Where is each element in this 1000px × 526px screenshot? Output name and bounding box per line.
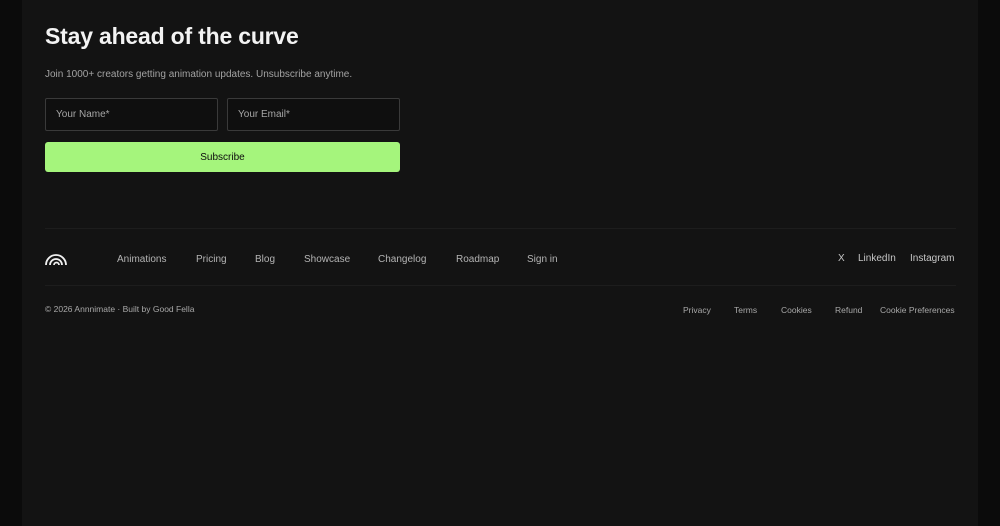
legal-link-cookie-preferences[interactable]: Cookie Preferences [880, 303, 955, 317]
legal-link-privacy[interactable]: Privacy [683, 303, 711, 317]
legal-link-refund[interactable]: Refund [835, 303, 862, 317]
legal-links: Privacy Terms Cookies Refund Cookie Pref… [0, 303, 1000, 317]
social-link-x[interactable]: X [838, 252, 845, 266]
social-link-linkedin[interactable]: LinkedIn [858, 252, 896, 266]
newsletter-subtitle: Join 1000+ creators getting animation up… [45, 69, 353, 80]
footer-divider-top [45, 228, 956, 229]
social-link-instagram[interactable]: Instagram [910, 252, 954, 266]
name-input[interactable] [45, 98, 218, 131]
email-input[interactable] [227, 98, 400, 131]
footer-divider-bottom [45, 285, 956, 286]
legal-link-terms[interactable]: Terms [734, 303, 757, 317]
social-links: X LinkedIn Instagram [0, 252, 1000, 266]
subscribe-button[interactable]: Subscribe [45, 142, 400, 172]
newsletter-title: Stay ahead of the curve [45, 23, 299, 49]
legal-link-cookies[interactable]: Cookies [781, 303, 812, 317]
